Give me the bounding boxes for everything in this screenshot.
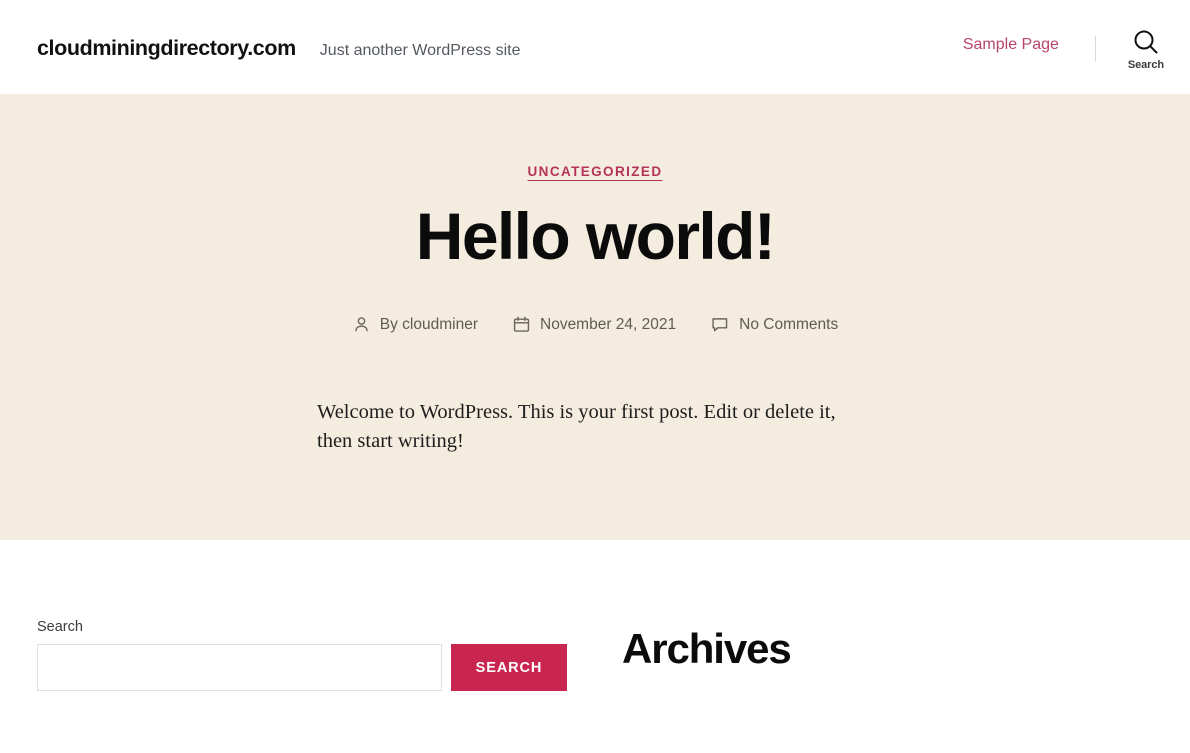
post-content: Welcome to WordPress. This is your first… — [317, 401, 836, 453]
comment-icon — [710, 315, 730, 334]
nav-item-sample-page[interactable]: Sample Page — [963, 36, 1095, 54]
footer-widget-area: Search SEARCH Archives Revain — [0, 540, 1190, 753]
site-branding: cloudminingdirectory.com Just another Wo… — [0, 0, 520, 61]
search-icon — [1131, 27, 1161, 57]
post-hero: UNCATEGORIZED Hello world! By cloudminer — [0, 94, 1190, 540]
archives-widget-title: Archives — [622, 625, 792, 672]
post-comments: No Comments — [710, 315, 838, 334]
search-widget: Search SEARCH — [37, 619, 567, 691]
post-category-link[interactable]: UNCATEGORIZED — [528, 164, 663, 179]
search-form: SEARCH — [37, 644, 567, 691]
search-input[interactable] — [37, 644, 442, 691]
post-title: Hello world! — [415, 199, 776, 273]
archives-widget: Archives — [622, 625, 792, 672]
calendar-icon — [512, 315, 531, 334]
site-tagline: Just another WordPress site — [319, 42, 521, 59]
site-title-link[interactable]: cloudminingdirectory.com — [37, 36, 296, 61]
search-field-label: Search — [37, 619, 83, 635]
post-date-link[interactable]: November 24, 2021 — [540, 316, 676, 334]
search-submit-button[interactable]: SEARCH — [451, 644, 567, 691]
post-author: By cloudminer — [352, 315, 478, 334]
post-meta: By cloudminer November 24, 2021 No Comme… — [0, 315, 1190, 334]
search-toggle-label: Search — [1127, 59, 1164, 71]
search-toggle-button[interactable]: Search — [1096, 27, 1190, 71]
person-icon — [352, 315, 371, 334]
post-date: November 24, 2021 — [512, 315, 676, 334]
post-comments-link[interactable]: No Comments — [739, 316, 838, 334]
site-header: cloudminingdirectory.com Just another Wo… — [0, 0, 1190, 94]
header-navigation: Sample Page Search — [963, 0, 1190, 94]
post-author-link[interactable]: By cloudminer — [380, 316, 478, 334]
